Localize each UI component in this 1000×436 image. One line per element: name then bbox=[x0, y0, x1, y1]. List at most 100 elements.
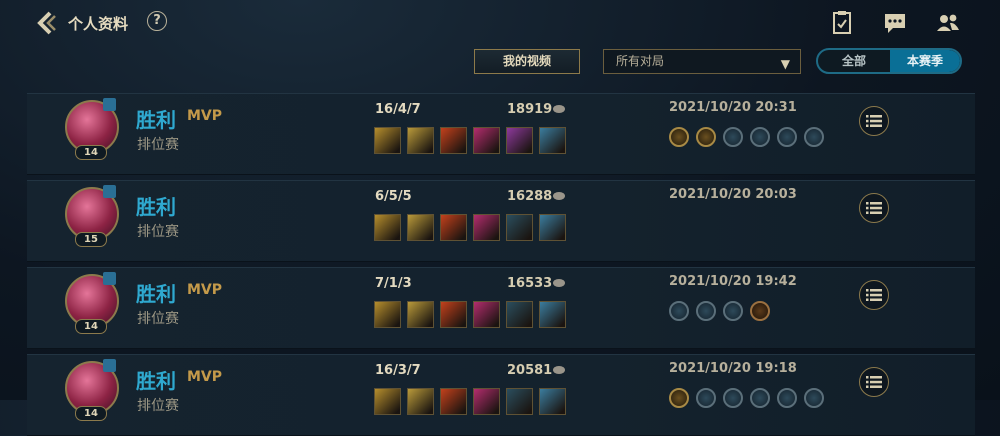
item-icon[interactable] bbox=[539, 388, 566, 415]
achievement-badge-icon[interactable] bbox=[723, 127, 743, 147]
list-icon bbox=[866, 376, 882, 388]
item-icon[interactable] bbox=[440, 388, 467, 415]
achievement-badge-icon[interactable] bbox=[777, 127, 797, 147]
match-date: 2021/10/20 20:31 bbox=[669, 100, 797, 115]
item-icon[interactable] bbox=[407, 388, 434, 415]
gold-amount: 16288 bbox=[507, 189, 553, 204]
item-icon[interactable] bbox=[473, 388, 500, 415]
match-row[interactable]: 15 胜利 排位赛 6/5/5 16288 2021/10/20 20:03 bbox=[27, 180, 975, 262]
champion-level: 14 bbox=[75, 319, 107, 334]
gold-icon bbox=[553, 192, 565, 200]
item-icon[interactable] bbox=[473, 301, 500, 328]
my-videos-button[interactable]: 我的视频 bbox=[474, 49, 580, 74]
achievement-badge-icon[interactable] bbox=[804, 127, 824, 147]
kda: 16/4/7 bbox=[375, 102, 421, 117]
item-slots bbox=[374, 388, 574, 416]
list-icon bbox=[866, 115, 882, 127]
achievement-badge-icon[interactable] bbox=[804, 388, 824, 408]
badge-list bbox=[669, 388, 869, 410]
game-mode: 排位赛 bbox=[137, 137, 179, 153]
friends-icon[interactable] bbox=[935, 10, 961, 36]
item-icon[interactable] bbox=[506, 127, 533, 154]
item-icon[interactable] bbox=[374, 301, 401, 328]
match-menu-button[interactable] bbox=[859, 280, 889, 310]
achievement-badge-icon[interactable] bbox=[696, 301, 716, 321]
game-mode: 排位赛 bbox=[137, 398, 179, 414]
item-slots bbox=[374, 301, 574, 329]
match-menu-button[interactable] bbox=[859, 106, 889, 136]
kda: 6/5/5 bbox=[375, 189, 412, 204]
achievement-badge-icon[interactable] bbox=[777, 388, 797, 408]
achievement-badge-icon[interactable] bbox=[750, 127, 770, 147]
match-date: 2021/10/20 20:03 bbox=[669, 187, 797, 202]
item-icon[interactable] bbox=[407, 214, 434, 241]
mvp-label: MVP bbox=[187, 282, 223, 298]
champion-level: 15 bbox=[75, 232, 107, 247]
gold-amount: 16533 bbox=[507, 276, 553, 291]
badge-list bbox=[669, 214, 869, 236]
match-result: 胜利 bbox=[136, 195, 176, 219]
gold-icon bbox=[553, 105, 565, 113]
gold-icon bbox=[553, 279, 565, 287]
item-icon[interactable] bbox=[440, 214, 467, 241]
kda: 16/3/7 bbox=[375, 363, 421, 378]
match-date: 2021/10/20 19:42 bbox=[669, 274, 797, 289]
gold-icon bbox=[553, 366, 565, 374]
item-icon[interactable] bbox=[407, 127, 434, 154]
item-icon[interactable] bbox=[539, 301, 566, 328]
item-icon[interactable] bbox=[440, 127, 467, 154]
item-icon[interactable] bbox=[506, 301, 533, 328]
list-icon bbox=[866, 289, 882, 301]
item-slots bbox=[374, 214, 574, 242]
item-icon[interactable] bbox=[374, 214, 401, 241]
match-row[interactable]: 14 胜利 MVP 排位赛 7/1/3 16533 2021/10/20 19:… bbox=[27, 267, 975, 349]
achievement-badge-icon[interactable] bbox=[669, 301, 689, 321]
game-filter-select[interactable]: 所有对局 ▼ bbox=[603, 49, 801, 74]
help-icon[interactable]: ? bbox=[147, 11, 167, 31]
item-icon[interactable] bbox=[473, 127, 500, 154]
back-arrow-icon[interactable] bbox=[34, 10, 60, 36]
item-icon[interactable] bbox=[539, 127, 566, 154]
list-icon bbox=[866, 202, 882, 214]
game-mode: 排位赛 bbox=[137, 311, 179, 327]
segment-all[interactable]: 全部 bbox=[818, 50, 890, 72]
segment-season[interactable]: 本赛季 bbox=[890, 50, 960, 72]
item-icon[interactable] bbox=[374, 127, 401, 154]
champion-level: 14 bbox=[75, 406, 107, 421]
gold-amount: 20581 bbox=[507, 363, 553, 378]
item-icon[interactable] bbox=[539, 214, 566, 241]
match-row[interactable]: 14 胜利 MVP 排位赛 16/4/7 18919 2021/10/20 20… bbox=[27, 93, 975, 175]
season-toggle: 全部 本赛季 bbox=[816, 48, 962, 74]
page-title: 个人资料 bbox=[68, 15, 129, 33]
party-icon bbox=[103, 359, 116, 372]
item-icon[interactable] bbox=[506, 388, 533, 415]
achievement-badge-icon[interactable] bbox=[696, 388, 716, 408]
achievement-badge-icon[interactable] bbox=[750, 388, 770, 408]
match-result: 胜利 bbox=[136, 369, 176, 393]
achievement-badge-icon[interactable] bbox=[723, 301, 743, 321]
match-menu-button[interactable] bbox=[859, 367, 889, 397]
achievement-badge-icon[interactable] bbox=[669, 388, 689, 408]
game-mode: 排位赛 bbox=[137, 224, 179, 240]
match-menu-button[interactable] bbox=[859, 193, 889, 223]
party-icon bbox=[103, 272, 116, 285]
item-icon[interactable] bbox=[473, 214, 500, 241]
match-result: 胜利 bbox=[136, 108, 176, 132]
top-bar: 个人资料 ? bbox=[0, 0, 1000, 44]
champion-level: 14 bbox=[75, 145, 107, 160]
item-icon[interactable] bbox=[407, 301, 434, 328]
achievement-badge-icon[interactable] bbox=[669, 127, 689, 147]
achievement-badge-icon[interactable] bbox=[750, 301, 770, 321]
clipboard-icon[interactable] bbox=[829, 10, 855, 36]
item-icon[interactable] bbox=[440, 301, 467, 328]
achievement-badge-icon[interactable] bbox=[696, 127, 716, 147]
item-icon[interactable] bbox=[506, 214, 533, 241]
match-row[interactable]: 14 胜利 MVP 排位赛 16/3/7 20581 2021/10/20 19… bbox=[27, 354, 975, 436]
chat-icon[interactable] bbox=[882, 10, 908, 36]
party-icon bbox=[103, 185, 116, 198]
item-icon[interactable] bbox=[374, 388, 401, 415]
badge-list bbox=[669, 301, 869, 323]
mvp-label: MVP bbox=[187, 369, 223, 385]
achievement-badge-icon[interactable] bbox=[723, 388, 743, 408]
game-filter-value: 所有对局 bbox=[616, 54, 665, 68]
